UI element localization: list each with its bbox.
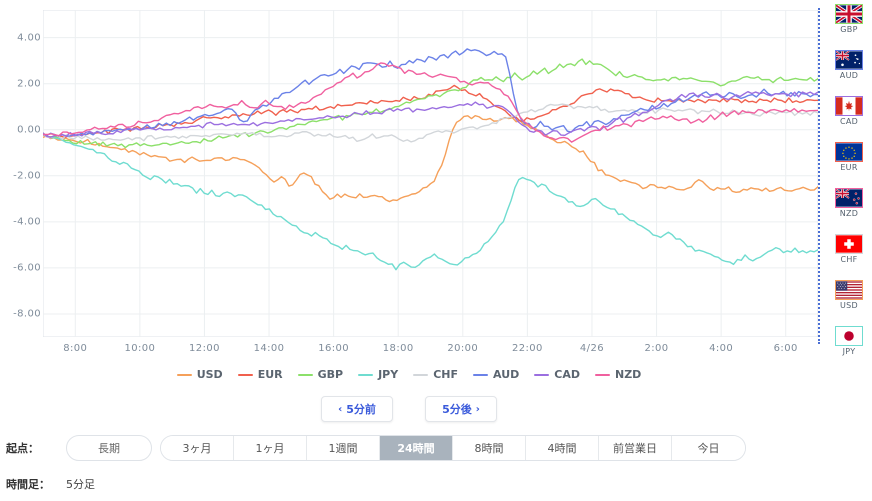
y-tick-label: -6.00 xyxy=(13,262,41,274)
flag-code-label: NZD xyxy=(839,209,859,218)
range-button-4時間[interactable]: 4時間 xyxy=(526,436,599,460)
legend-item-eur[interactable]: EUR xyxy=(237,368,283,381)
x-tick-label: 4/26 xyxy=(579,343,604,354)
eu-flag-icon[interactable] xyxy=(835,142,863,162)
jp-flag-icon[interactable] xyxy=(835,326,863,346)
y-tick-label: 2.00 xyxy=(17,78,41,90)
next-5min-button[interactable]: 5分後 › xyxy=(425,396,497,422)
legend-item-cad[interactable]: CAD xyxy=(534,368,580,381)
legend-color-swatch xyxy=(358,373,374,376)
ca-flag-icon[interactable] xyxy=(835,96,863,116)
range-button-group: 3ヶ月 1ヶ月 1週間 24時間 8時間 4時間 前営業日 今日 xyxy=(160,435,746,461)
legend-label: EUR xyxy=(257,368,283,381)
line-chart-svg xyxy=(43,10,818,337)
y-tick-label: -2.00 xyxy=(13,170,41,182)
currency-flag-rail: GBP AUD CAD EUR NZD CHF USD JPY xyxy=(826,4,872,356)
range-button-3ヶ月[interactable]: 3ヶ月 xyxy=(161,436,234,460)
legend-color-swatch xyxy=(594,373,610,376)
range-button-今日[interactable]: 今日 xyxy=(672,436,745,460)
next-5min-label: 5分後 xyxy=(442,403,472,416)
legend-color-swatch xyxy=(413,373,429,376)
flag-cell-chf[interactable]: CHF xyxy=(835,234,863,264)
legend-item-jpy[interactable]: JPY xyxy=(358,368,398,381)
legend-item-aud[interactable]: AUD xyxy=(473,368,519,381)
legend-color-swatch xyxy=(237,373,253,376)
chevron-right-icon: › xyxy=(475,403,480,415)
legend-item-chf[interactable]: CHF xyxy=(413,368,458,381)
flag-cell-nzd[interactable]: NZD xyxy=(835,188,863,218)
legend-label: AUD xyxy=(493,368,520,381)
time-nav-row: ‹ 5分前 5分後 › xyxy=(0,396,818,422)
x-tick-label: 20:00 xyxy=(447,343,479,354)
legend-item-gbp[interactable]: GBP xyxy=(297,368,344,381)
legend-color-swatch xyxy=(534,373,550,376)
flag-code-label: CAD xyxy=(839,117,859,126)
flag-cell-jpy[interactable]: JPY xyxy=(835,326,863,356)
y-tick-label: -4.00 xyxy=(13,216,41,228)
flag-code-label: JPY xyxy=(842,347,856,356)
flag-cell-cad[interactable]: CAD xyxy=(835,96,863,126)
range-button-8時間[interactable]: 8時間 xyxy=(453,436,526,460)
x-tick-label: 2:00 xyxy=(644,343,669,354)
legend-label: GBP xyxy=(317,368,344,381)
range-button-前営業日[interactable]: 前営業日 xyxy=(599,436,672,460)
plot-right-dotted-divider xyxy=(818,8,820,344)
y-tick-label: 0.00 xyxy=(17,124,41,136)
x-axis-labels: 8:00 10:00 12:00 14:00 16:00 18:00 20:00 22:00 4… xyxy=(0,343,818,359)
chart-legend: USD EUR GBP JPY CHF AUD CAD NZD xyxy=(0,368,818,381)
legend-item-usd[interactable]: USD xyxy=(176,368,223,381)
timeframe-value: 5分足 xyxy=(66,478,95,491)
range-button-1週間[interactable]: 1週間 xyxy=(307,436,380,460)
legend-color-swatch xyxy=(297,373,313,376)
x-tick-label: 22:00 xyxy=(511,343,543,354)
flag-code-label: EUR xyxy=(840,163,858,172)
x-tick-label: 4:00 xyxy=(709,343,734,354)
flag-cell-eur[interactable]: EUR xyxy=(835,142,863,172)
timeframe-row: 時間足： 5分足 xyxy=(0,470,872,498)
legend-color-swatch xyxy=(473,373,489,376)
legend-label: USD xyxy=(196,368,223,381)
legend-label: NZD xyxy=(614,368,642,381)
x-tick-label: 12:00 xyxy=(189,343,220,354)
legend-label: CHF xyxy=(433,368,459,381)
gb-flag-icon[interactable] xyxy=(835,4,863,24)
x-tick-label: 18:00 xyxy=(382,343,414,354)
y-axis-labels: 4.00 2.00 0.00 -2.00 -4.00 -6.00 -8.00 xyxy=(0,0,41,347)
flag-code-label: AUD xyxy=(839,71,859,80)
forex-comparison-chart-page: 4.00 2.00 0.00 -2.00 -4.00 -6.00 -8.00 8:00 10:… xyxy=(0,0,872,501)
legend-label: CAD xyxy=(554,368,580,381)
timeframe-label: 時間足： xyxy=(6,478,50,491)
ch-flag-icon[interactable] xyxy=(835,234,863,254)
x-tick-label: 16:00 xyxy=(318,343,350,354)
y-tick-label: 4.00 xyxy=(17,32,41,44)
flag-cell-gbp[interactable]: GBP xyxy=(835,4,863,34)
footer-controls: 起点： 長期 3ヶ月 1ヶ月 1週間 24時間 8時間 4時間 前営業日 今日 時間足： 5分… xyxy=(0,434,872,498)
x-tick-label: 10:00 xyxy=(124,343,156,354)
y-tick-label: -8.00 xyxy=(13,308,41,320)
prev-5min-button[interactable]: ‹ 5分前 xyxy=(321,396,393,422)
range-button-1ヶ月[interactable]: 1ヶ月 xyxy=(234,436,307,460)
x-tick-label: 6:00 xyxy=(773,343,798,354)
chevron-left-icon: ‹ xyxy=(338,403,343,415)
flag-cell-usd[interactable]: USD xyxy=(835,280,863,310)
range-button-24時間[interactable]: 24時間 xyxy=(380,436,453,460)
x-tick-label: 8:00 xyxy=(63,343,88,354)
origin-label: 起点： xyxy=(6,442,39,455)
plot-area[interactable] xyxy=(43,10,818,337)
us-flag-icon[interactable] xyxy=(835,280,863,300)
flag-code-label: GBP xyxy=(840,25,858,34)
origin-row: 起点： 長期 3ヶ月 1ヶ月 1週間 24時間 8時間 4時間 前営業日 今日 xyxy=(0,434,872,462)
chart-block: 4.00 2.00 0.00 -2.00 -4.00 -6.00 -8.00 8:00 10:… xyxy=(0,0,818,422)
prev-5min-label: 5分前 xyxy=(346,403,376,416)
flag-cell-aud[interactable]: AUD xyxy=(835,50,863,80)
nz-flag-icon[interactable] xyxy=(835,188,863,208)
flag-code-label: USD xyxy=(840,301,858,310)
x-tick-label: 14:00 xyxy=(253,343,285,354)
legend-item-nzd[interactable]: NZD xyxy=(594,368,642,381)
legend-color-swatch xyxy=(176,373,192,376)
legend-label: JPY xyxy=(378,368,399,381)
au-flag-icon[interactable] xyxy=(835,50,863,70)
flag-code-label: CHF xyxy=(840,255,858,264)
origin-longterm-button[interactable]: 長期 xyxy=(66,435,152,461)
